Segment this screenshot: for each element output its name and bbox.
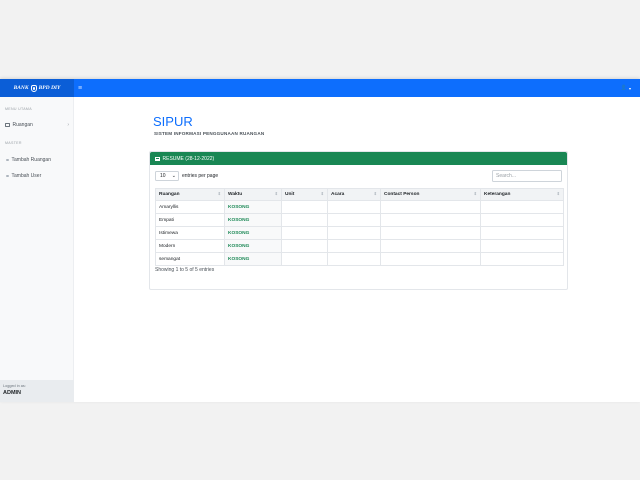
resume-card: RESUME (28-12-2022) 10 ⌄ entries per pag… xyxy=(149,151,568,290)
sidebar-heading-master: MASTER xyxy=(5,141,22,145)
dot-icon xyxy=(6,174,9,178)
table-header-row: Ruangan ⇕ Waktu ⇕ Unit ⇕ Acara ⇕ Contact Per… xyxy=(155,188,564,201)
column-header-acara[interactable]: Acara ⇕ xyxy=(327,188,381,201)
cell-keterangan xyxy=(480,252,564,266)
sort-icon: ⇕ xyxy=(373,191,377,196)
sidebar: MENU UTAMA Ruangan › MASTER Tambah Ruang… xyxy=(0,97,74,402)
sort-icon: ⇕ xyxy=(217,191,221,196)
dot-icon xyxy=(6,158,9,162)
sidebar-item-label: Tambah Ruangan xyxy=(11,157,51,163)
column-header-ruangan[interactable]: Ruangan ⇕ xyxy=(155,188,225,201)
entries-per-page-value: 10 xyxy=(160,173,166,179)
cell-waktu: KOSONG xyxy=(224,226,282,240)
chevron-down-icon: ▾ xyxy=(628,85,631,91)
brand-text: BANK xyxy=(13,85,29,91)
table-icon xyxy=(155,156,160,161)
sidebar-item-label: Tambah User xyxy=(11,173,42,179)
user-icon: 👤 xyxy=(620,85,627,91)
table-row: Empati KOSONG xyxy=(155,213,564,227)
cell-unit xyxy=(281,252,328,266)
cell-keterangan xyxy=(480,213,564,227)
cell-unit xyxy=(281,226,328,240)
cell-acara xyxy=(327,200,381,214)
chevron-down-icon: ⌄ xyxy=(171,173,176,179)
sort-icon: ⇕ xyxy=(556,191,560,196)
entries-length-control: 10 ⌄ entries per page xyxy=(155,171,218,181)
cell-contact-person xyxy=(380,226,481,240)
sidebar-item-ruangan[interactable]: Ruangan › xyxy=(5,121,69,129)
page-title: SIPUR xyxy=(153,114,193,129)
column-header-contact-person[interactable]: Contact Person ⇕ xyxy=(380,188,481,201)
table-row: Istimewa KOSONG xyxy=(155,226,564,240)
cell-waktu: KOSONG xyxy=(224,213,282,227)
search-input[interactable] xyxy=(492,170,562,182)
sort-icon: ⇕ xyxy=(473,191,477,196)
menu-toggle-icon[interactable]: ≡ xyxy=(78,85,82,92)
bank-logo-icon xyxy=(30,84,37,92)
cell-ruangan: Empati xyxy=(155,213,225,227)
table-info: Showing 1 to 5 of 5 entries xyxy=(155,267,215,273)
cell-keterangan xyxy=(480,226,564,240)
top-navbar: BANK BPD DIY ≡ 👤 ▾ xyxy=(0,79,640,97)
cell-acara xyxy=(327,226,381,240)
sidebar-item-label: Ruangan xyxy=(12,122,33,128)
cell-ruangan: Istimewa xyxy=(155,226,225,240)
brand-logo[interactable]: BANK BPD DIY xyxy=(0,79,74,97)
sidebar-item-tambah-ruangan[interactable]: Tambah Ruangan xyxy=(5,156,69,164)
column-header-waktu[interactable]: Waktu ⇕ xyxy=(224,188,282,201)
cell-keterangan xyxy=(480,200,564,214)
cell-acara xyxy=(327,239,381,253)
cell-waktu: KOSONG xyxy=(224,252,282,266)
cell-ruangan: Amaryllis xyxy=(155,200,225,214)
resume-table: Ruangan ⇕ Waktu ⇕ Unit ⇕ Acara ⇕ Contact Per… xyxy=(155,188,564,266)
table-row: Amaryllis KOSONG xyxy=(155,200,564,214)
column-header-keterangan[interactable]: Keterangan ⇕ xyxy=(480,188,564,201)
card-header-title: RESUME (28-12-2022) xyxy=(162,155,215,162)
entries-per-page-select[interactable]: 10 ⌄ xyxy=(155,171,179,181)
cell-contact-person xyxy=(380,213,481,227)
cell-waktu: KOSONG xyxy=(224,239,282,253)
sort-icon: ⇕ xyxy=(274,191,278,196)
logged-in-label: Logged in as: xyxy=(3,384,26,388)
page-subtitle: SISTEM INFORMASI PENGGUNAAN RUANGAN xyxy=(154,131,265,136)
cell-unit xyxy=(281,239,328,253)
entries-per-page-label: entries per page xyxy=(182,173,219,179)
logged-in-user: ADMIN xyxy=(3,390,22,396)
chevron-right-icon: › xyxy=(67,122,69,128)
cell-keterangan xyxy=(480,239,564,253)
app-window: BANK BPD DIY ≡ 👤 ▾ MENU UTAMA Ruangan › … xyxy=(0,79,640,402)
sidebar-footer: Logged in as: ADMIN xyxy=(0,380,74,402)
table-row: Modern KOSONG xyxy=(155,239,564,253)
cell-contact-person xyxy=(380,200,481,214)
cell-ruangan: Modern xyxy=(155,239,225,253)
cell-unit xyxy=(281,200,328,214)
sidebar-item-tambah-user[interactable]: Tambah User xyxy=(5,172,69,180)
table-row: semangat KOSONG xyxy=(155,252,564,266)
cell-acara xyxy=(327,213,381,227)
cell-acara xyxy=(327,252,381,266)
sidebar-heading-menu: MENU UTAMA xyxy=(5,107,32,111)
cell-contact-person xyxy=(380,239,481,253)
brand-suffix: BPD DIY xyxy=(38,85,61,91)
cell-waktu: KOSONG xyxy=(224,200,282,214)
sort-icon: ⇕ xyxy=(320,191,324,196)
user-menu-button[interactable]: 👤 ▾ xyxy=(621,85,631,91)
cell-contact-person xyxy=(380,252,481,266)
card-header: RESUME (28-12-2022) xyxy=(150,152,567,165)
column-header-unit[interactable]: Unit ⇕ xyxy=(281,188,328,201)
cell-ruangan: semangat xyxy=(155,252,225,266)
table-icon xyxy=(5,123,10,127)
cell-unit xyxy=(281,213,328,227)
